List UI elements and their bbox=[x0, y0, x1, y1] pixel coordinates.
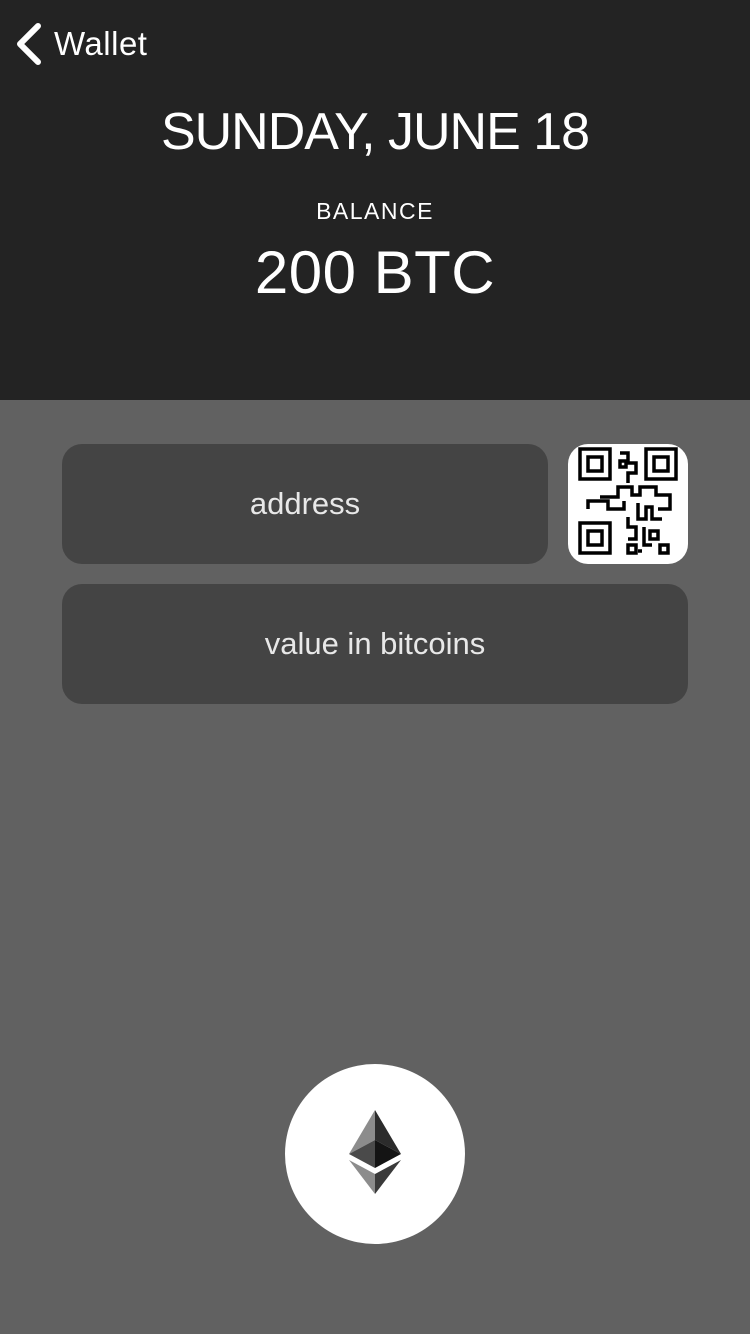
qr-scan-button[interactable] bbox=[568, 444, 688, 564]
balance-label: BALANCE bbox=[316, 198, 434, 224]
chevron-left-icon bbox=[14, 22, 42, 66]
back-label: Wallet bbox=[54, 25, 148, 62]
send-button[interactable] bbox=[285, 1064, 465, 1244]
address-input[interactable] bbox=[62, 444, 548, 564]
date-label: SUNDAY, JUNE 18 bbox=[160, 103, 590, 161]
back-button[interactable]: Wallet bbox=[14, 20, 147, 68]
wallet-screen: Wallet SUNDAY, JUNE 18 BALANCE 200 BTC bbox=[0, 0, 750, 1334]
header: Wallet SUNDAY, JUNE 18 BALANCE 200 BTC bbox=[0, 0, 750, 400]
qr-code-icon bbox=[578, 446, 678, 562]
balance-value: 200 BTC bbox=[254, 239, 496, 306]
ethereum-icon bbox=[347, 1108, 403, 1201]
value-input[interactable] bbox=[62, 584, 688, 704]
